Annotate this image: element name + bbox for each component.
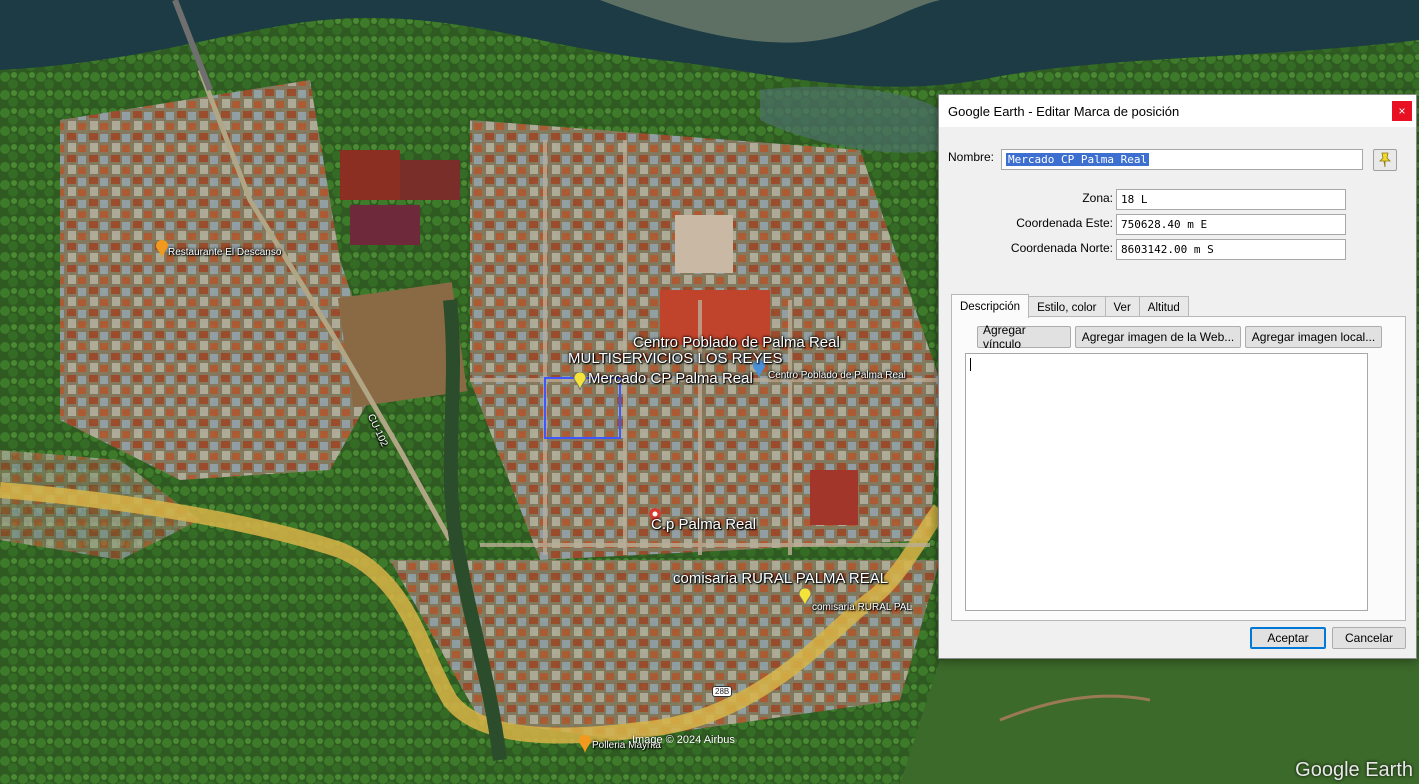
zone-field[interactable]: 18 L xyxy=(1116,189,1346,210)
tab-estilo-color[interactable]: Estilo, color xyxy=(1028,296,1106,318)
east-coordinate-value: 750628.40 m E xyxy=(1121,218,1208,231)
cancel-button[interactable]: Cancelar xyxy=(1332,627,1406,649)
map-label-comisaria-small[interactable]: comisaria RURAL PAL xyxy=(812,602,912,613)
zone-value: 18 L xyxy=(1121,193,1148,206)
placemark-icon-button[interactable] xyxy=(1373,149,1397,171)
map-label-comisaria[interactable]: comisaria RURAL PALMA REAL xyxy=(673,570,888,587)
map-label-mercado[interactable]: Mercado CP Palma Real xyxy=(588,370,753,387)
map-label-centro-poblado[interactable]: Centro Poblado de Palma Real xyxy=(633,334,840,351)
tab-descripcion[interactable]: Descripción xyxy=(951,294,1030,318)
east-coordinate-field[interactable]: 750628.40 m E xyxy=(1116,214,1346,235)
close-icon: × xyxy=(1398,104,1406,118)
north-coordinate-field[interactable]: 8603142.00 m S xyxy=(1116,239,1346,260)
close-button[interactable]: × xyxy=(1392,101,1412,121)
tab-altitud[interactable]: Altitud xyxy=(1138,296,1189,318)
restaurant-marker-icon[interactable] xyxy=(578,735,592,753)
north-coordinate-value: 8603142.00 m S xyxy=(1121,243,1214,256)
add-web-image-button[interactable]: Agregar imagen de la Web... xyxy=(1075,326,1241,348)
accept-button[interactable]: Aceptar xyxy=(1250,627,1326,649)
map-label-cp-palma-real[interactable]: C.p Palma Real xyxy=(651,516,756,533)
description-textarea[interactable] xyxy=(965,353,1368,611)
dialog-title: Google Earth - Editar Marca de posición xyxy=(948,103,1180,119)
add-link-button[interactable]: Agregar vínculo xyxy=(977,323,1071,351)
name-field[interactable]: Mercado CP Palma Real xyxy=(1001,149,1363,170)
north-coordinate-label: Coordenada Norte: xyxy=(1010,241,1113,255)
road-shield-28b: 28B xyxy=(712,686,733,697)
map-label-centro-poblado-small[interactable]: Centro Poblado de Palma Real xyxy=(768,370,906,381)
yellow-pushpin-icon[interactable] xyxy=(573,372,587,390)
tab-bar: Descripción Estilo, color Ver Altitud xyxy=(951,294,1189,318)
pushpin-icon xyxy=(1379,152,1391,168)
tab-ver[interactable]: Ver xyxy=(1104,296,1140,318)
restaurant-marker-icon[interactable] xyxy=(155,240,169,258)
name-value: Mercado CP Palma Real xyxy=(1006,153,1150,166)
yellow-pushpin-icon[interactable] xyxy=(798,588,812,606)
imagery-copyright: Image © 2024 Airbus xyxy=(632,734,735,746)
map-label-multiservicios[interactable]: MULTISERVICIOS LOS REYES xyxy=(568,350,783,367)
text-caret xyxy=(970,358,971,371)
google-earth-watermark: Google Earth xyxy=(1295,759,1413,781)
zone-label: Zona: xyxy=(1082,191,1113,205)
name-label: Nombre: xyxy=(948,150,995,164)
add-local-image-button[interactable]: Agregar imagen local... xyxy=(1245,326,1382,348)
map-label-restaurant[interactable]: Restaurante El Descanso xyxy=(168,247,281,258)
edit-placemark-dialog: Google Earth - Editar Marca de posición … xyxy=(938,94,1417,659)
east-coordinate-label: Coordenada Este: xyxy=(1016,216,1113,230)
dialog-titlebar[interactable]: Google Earth - Editar Marca de posición xyxy=(939,95,1416,127)
